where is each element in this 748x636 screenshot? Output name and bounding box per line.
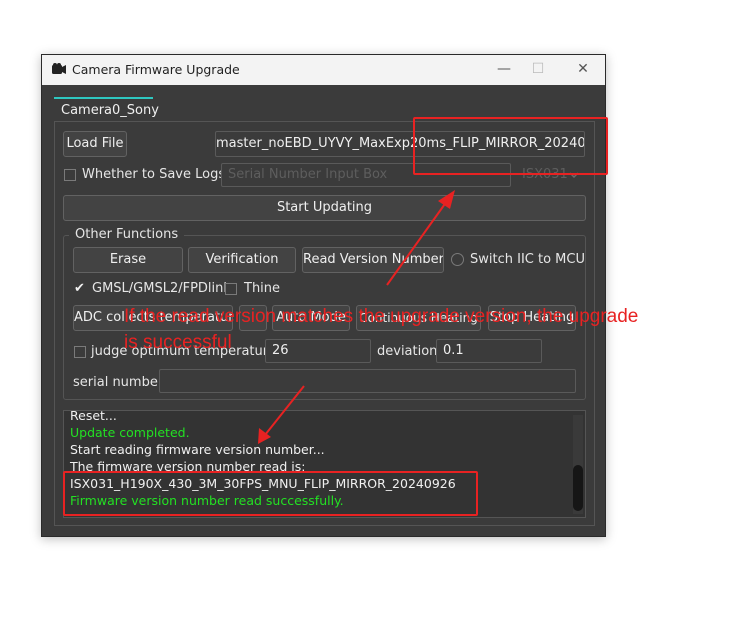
file-path-highlight — [413, 117, 608, 175]
thine-label: Thine — [244, 281, 281, 296]
log-line: Update completed. — [70, 425, 190, 440]
read-version-button[interactable]: Read Version Number — [302, 247, 444, 273]
log-scrollbar-thumb[interactable] — [573, 465, 583, 511]
serial-number-field[interactable] — [159, 369, 576, 393]
start-updating-button[interactable]: Start Updating — [63, 195, 586, 221]
save-logs-checkbox[interactable] — [64, 169, 76, 181]
serial-number-label: serial number — [73, 375, 164, 390]
save-logs-label: Whether to Save Logs — [82, 167, 226, 182]
close-button[interactable]: ✕ — [568, 58, 598, 80]
title-bar: Camera Firmware Upgrade — ☐ ✕ — [42, 55, 605, 85]
log-line: Start reading firmware version number... — [70, 442, 325, 457]
camera-icon — [52, 63, 66, 74]
deviation-input[interactable]: 0.1 — [436, 339, 542, 363]
annotation-text-line2: is successful — [124, 332, 232, 353]
verification-button[interactable]: Verification — [188, 247, 296, 273]
maximize-button[interactable]: ☐ — [523, 58, 553, 80]
judge-temperature-input[interactable]: 26 — [265, 339, 371, 363]
window-title: Camera Firmware Upgrade — [72, 62, 240, 77]
switch-iic-radio[interactable] — [451, 253, 464, 266]
log-line: Reset... — [70, 410, 117, 423]
erase-button[interactable]: Erase — [73, 247, 183, 273]
gmsl-label: GMSL/GMSL2/FPDlink — [92, 281, 231, 296]
other-functions-title: Other Functions — [69, 227, 185, 242]
version-result-highlight — [63, 471, 478, 516]
deviation-label: deviation — [377, 344, 438, 359]
gmsl-check-icon[interactable]: ✔ — [74, 282, 88, 296]
thine-checkbox[interactable] — [225, 283, 237, 295]
tab-camera0-sony[interactable]: Camera0_Sony — [54, 97, 159, 121]
load-file-button[interactable]: Load File — [63, 131, 127, 157]
minimize-button[interactable]: — — [489, 58, 519, 80]
annotation-text-line1: If the read version matches the upgrade … — [124, 306, 639, 327]
log-scrollbar[interactable] — [573, 415, 583, 514]
switch-iic-label: Switch IIC to MCU — [470, 252, 585, 267]
judge-temperature-checkbox[interactable] — [74, 346, 86, 358]
